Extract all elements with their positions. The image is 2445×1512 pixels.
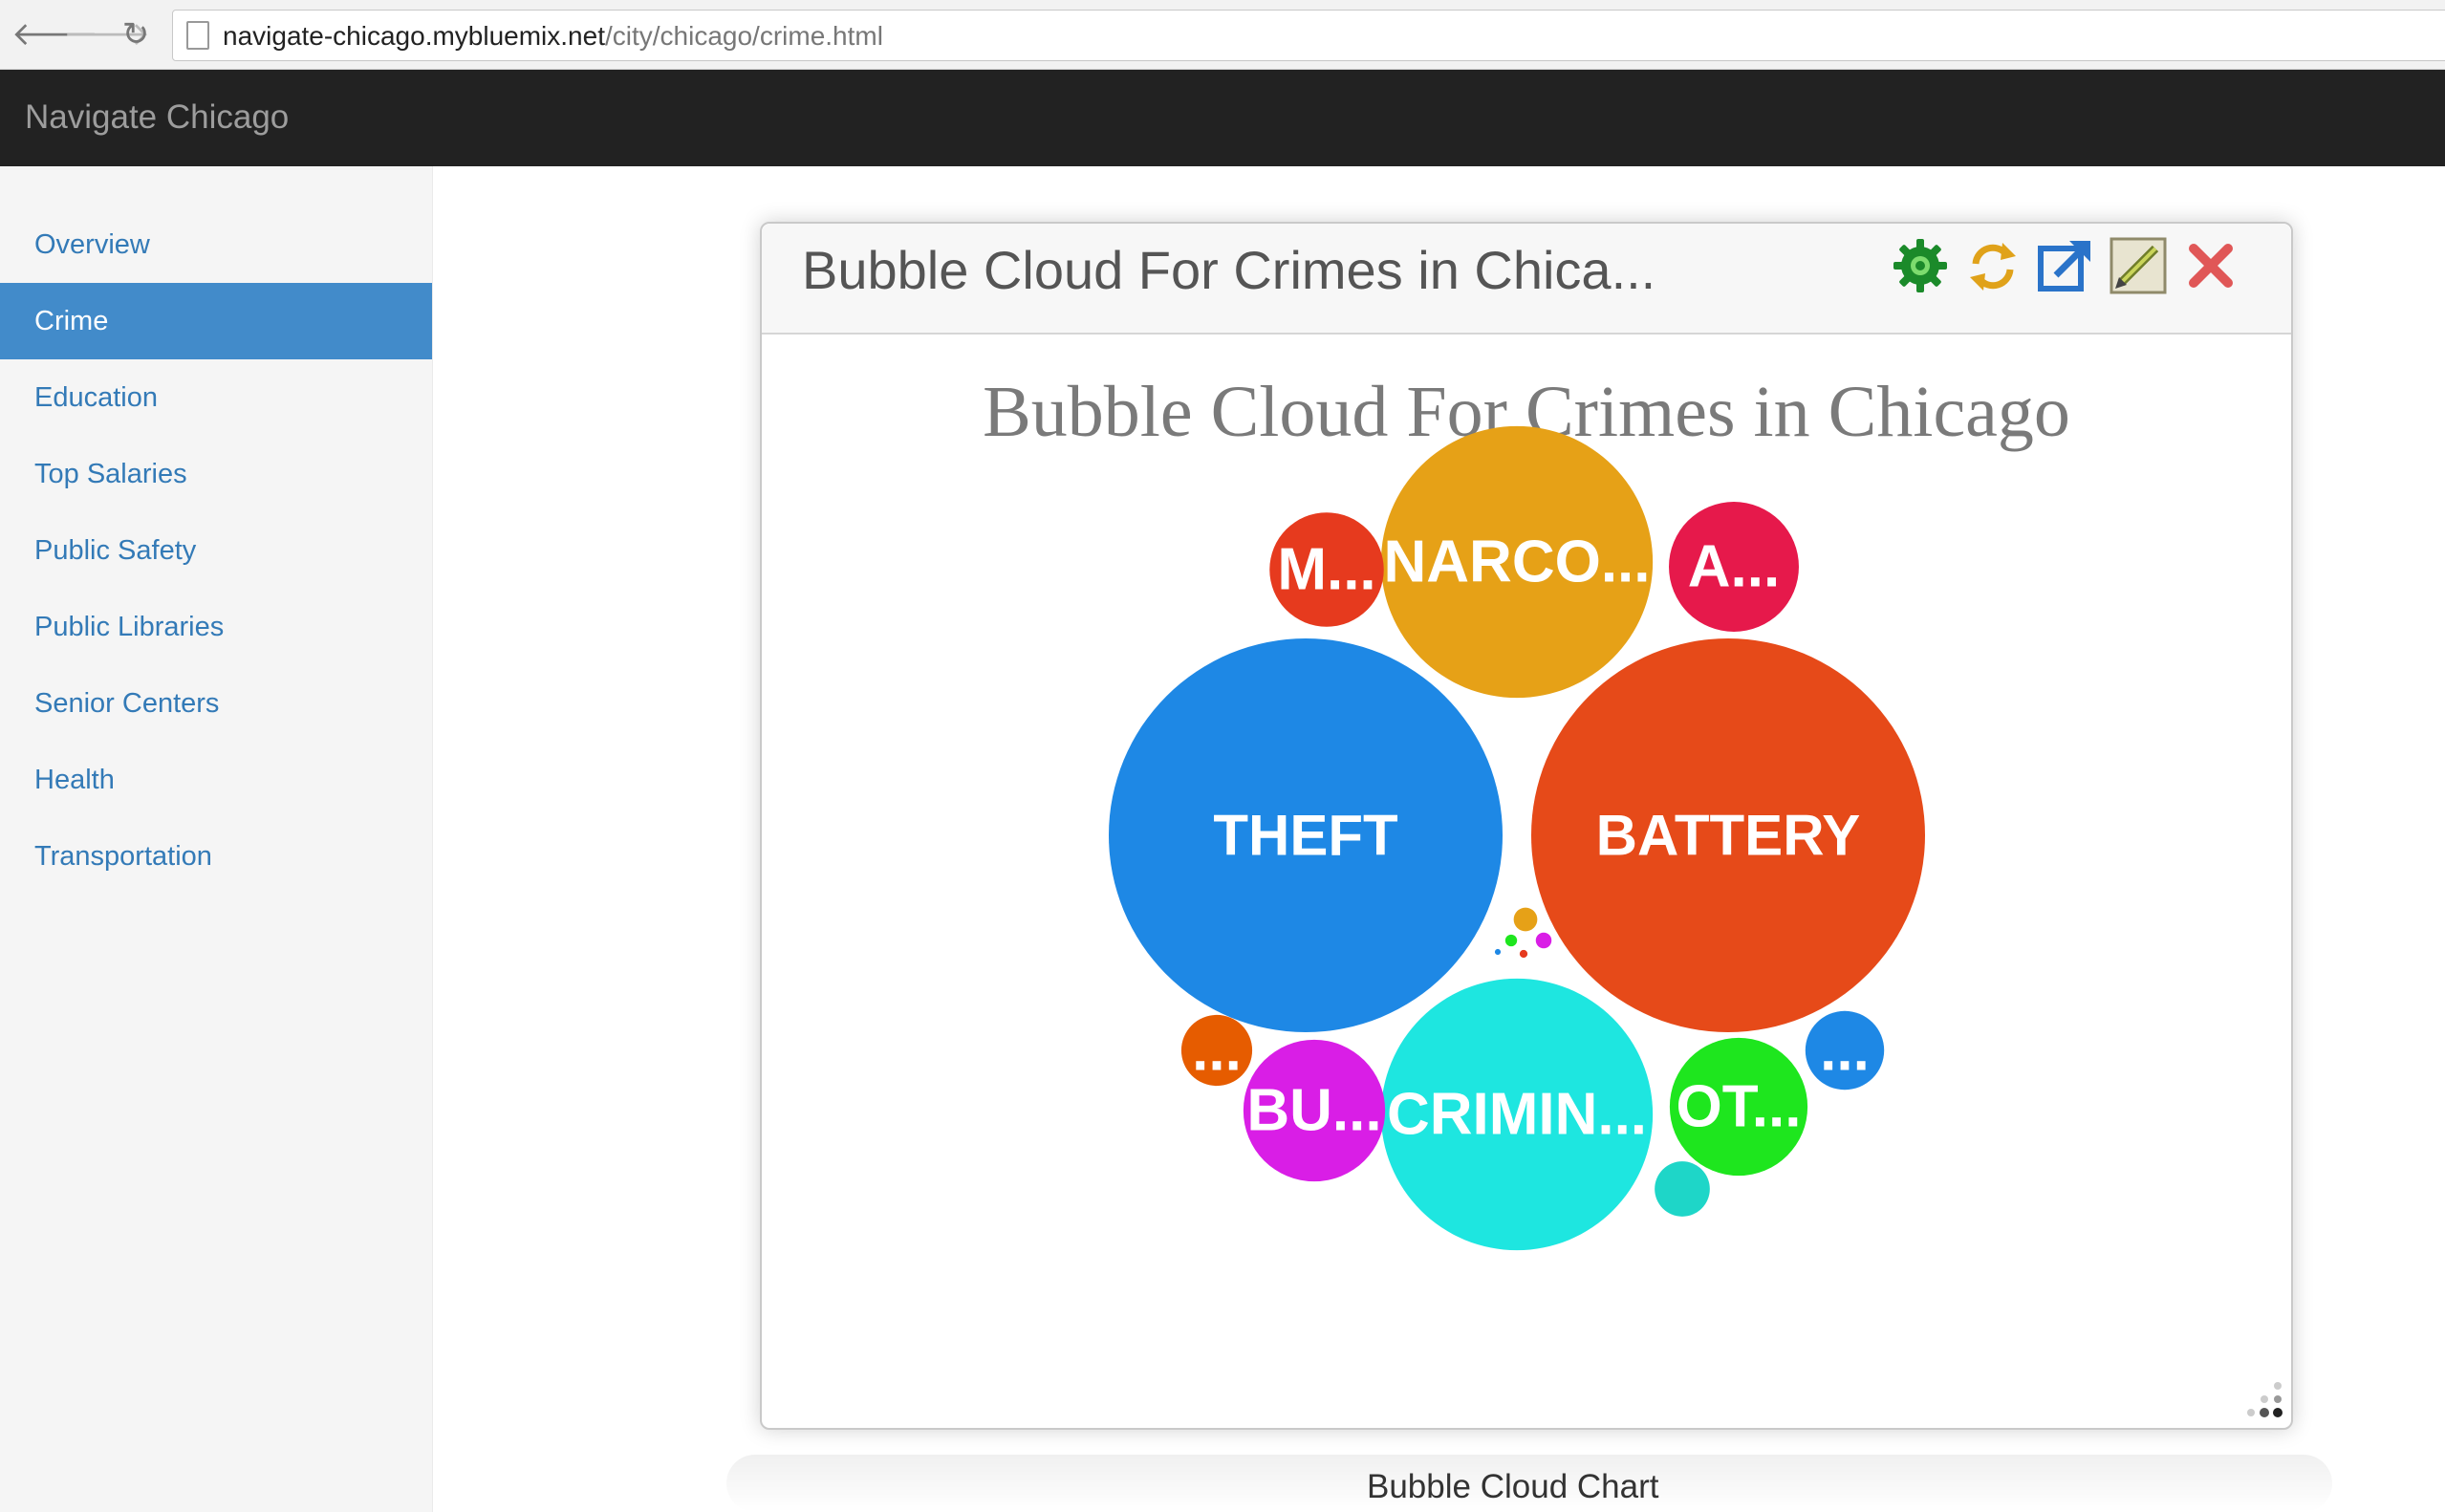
top-navbar: Navigate Chicago <box>0 70 2445 166</box>
sidebar-item-public-safety[interactable]: Public Safety <box>0 512 432 589</box>
sidebar-item-overview[interactable]: Overview <box>0 206 432 283</box>
widget-header: Bubble Cloud For Crimes in Chica... <box>762 224 2291 335</box>
bubble-small[interactable] <box>1655 1161 1710 1217</box>
url-text: navigate-chicago.mybluemix.net/city/chic… <box>223 21 883 52</box>
bubble-label: A... <box>1688 534 1780 600</box>
bubble-label: ... <box>1192 1018 1242 1084</box>
browser-toolbar: 🡐 🡒 ↻ navigate-chicago.mybluemix.net/cit… <box>0 0 2445 70</box>
chart-caption: Bubble Cloud Chart <box>1367 1468 1659 1505</box>
bubble-label: THEFT <box>1213 804 1397 868</box>
chart-widget: Bubble Cloud For Crimes in Chica... Bubb… <box>760 222 2293 1430</box>
bubble-label: BU... <box>1246 1078 1381 1144</box>
bubble-small[interactable] <box>1519 949 1528 959</box>
bubble-small[interactable] <box>1504 934 1518 947</box>
url-host: navigate-chicago.mybluemix.net <box>223 21 605 51</box>
bubble-small[interactable] <box>1494 948 1502 956</box>
bubble-small[interactable] <box>1513 907 1538 932</box>
bubble-label: OT... <box>1677 1074 1802 1140</box>
sidebar: Overview Crime Education Top Salaries Pu… <box>0 166 433 1512</box>
address-bar[interactable]: navigate-chicago.mybluemix.net/city/chic… <box>172 10 2445 61</box>
sidebar-item-health[interactable]: Health <box>0 742 432 818</box>
sidebar-item-top-salaries[interactable]: Top Salaries <box>0 436 432 512</box>
close-icon[interactable] <box>2180 235 2241 296</box>
brand-link[interactable]: Navigate Chicago <box>25 98 289 137</box>
bubble-label: ... <box>1820 1018 1870 1084</box>
open-external-icon[interactable] <box>2035 235 2096 296</box>
back-icon[interactable]: 🡐 <box>11 15 98 54</box>
sidebar-item-education[interactable]: Education <box>0 359 432 436</box>
sidebar-item-crime[interactable]: Crime <box>0 283 432 359</box>
bubble-small[interactable] <box>1535 932 1552 949</box>
widget-title: Bubble Cloud For Crimes in Chica... <box>802 240 1656 300</box>
resize-handle-icon[interactable] <box>2241 1378 2285 1422</box>
bubble-label: NARCO... <box>1384 529 1651 595</box>
gear-icon[interactable] <box>1890 235 1951 296</box>
forward-icon[interactable]: 🡒 <box>63 15 150 54</box>
sidebar-item-transportation[interactable]: Transportation <box>0 818 432 895</box>
sidebar-item-public-libraries[interactable]: Public Libraries <box>0 589 432 665</box>
edit-icon[interactable] <box>2108 235 2169 296</box>
chart-area: Bubble Cloud For Crimes in Chicago BATTE… <box>762 335 2291 1428</box>
bubble-chart: Bubble Cloud For Crimes in Chicago BATTE… <box>983 372 2070 1251</box>
bubble-label: CRIMIN... <box>1387 1082 1647 1148</box>
bubble-label: BATTERY <box>1596 804 1861 868</box>
sidebar-item-senior-centers[interactable]: Senior Centers <box>0 665 432 742</box>
bubble-label: M... <box>1277 537 1375 603</box>
page-icon <box>186 21 209 50</box>
url-path: /city/chicago/crime.html <box>604 21 883 51</box>
refresh-icon[interactable] <box>1962 235 2023 296</box>
reload-icon[interactable]: ↻ <box>117 15 155 54</box>
